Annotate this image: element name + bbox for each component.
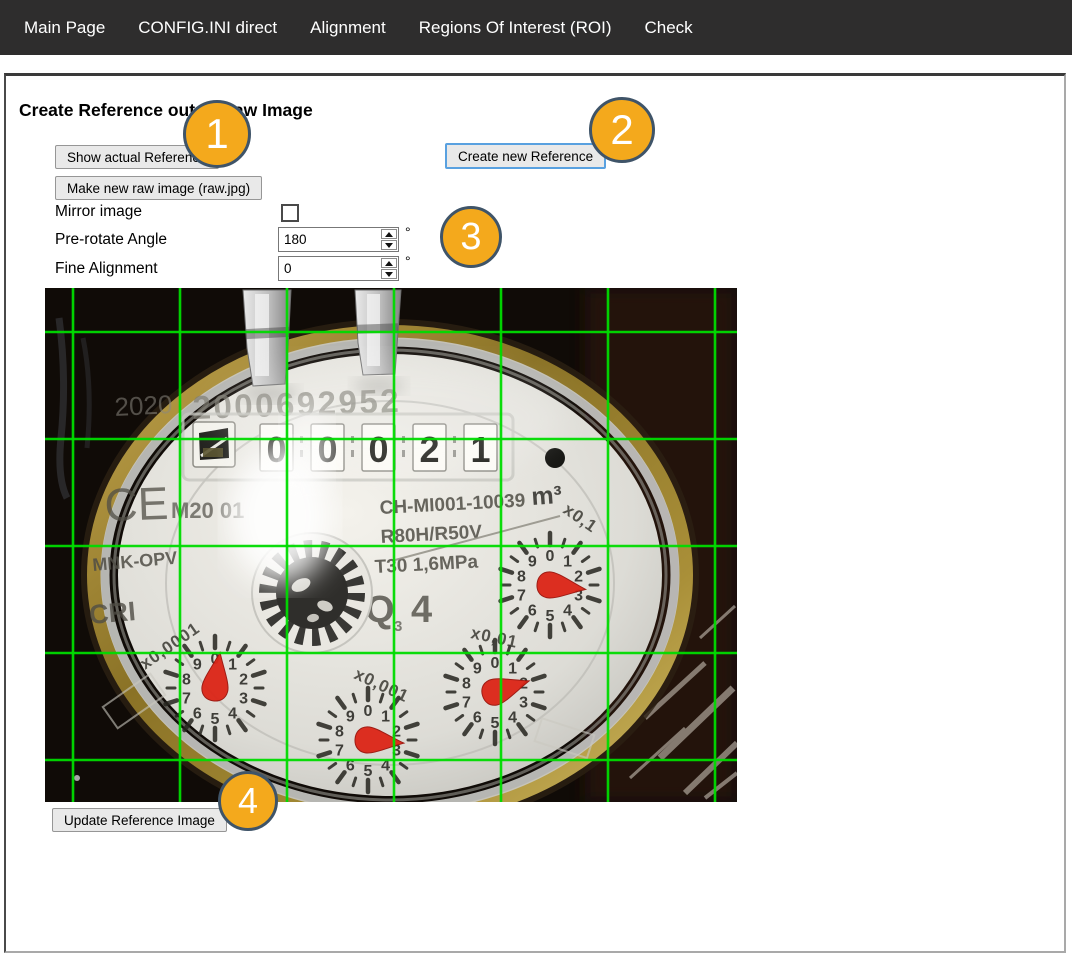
dial-numeral: 7 bbox=[335, 742, 344, 759]
dial-numeral: 1 bbox=[228, 657, 237, 674]
arrow-up-icon bbox=[385, 261, 393, 266]
dial-numeral: 3 bbox=[519, 694, 528, 711]
dial-numeral: 5 bbox=[211, 711, 220, 728]
dial-numeral: 0 bbox=[546, 548, 555, 565]
dial-numeral: 1 bbox=[381, 709, 390, 726]
register-indicator-dot bbox=[545, 448, 565, 468]
annotation-circle-2: 2 bbox=[589, 97, 655, 163]
dial-numeral: 9 bbox=[346, 709, 355, 726]
dial-numeral: 3 bbox=[239, 690, 248, 707]
fine-spinner bbox=[381, 258, 397, 279]
annotation-circle-1: 1 bbox=[183, 100, 251, 168]
page-title: Create Reference out of Raw Image bbox=[19, 100, 313, 121]
spin-up-button[interactable] bbox=[381, 229, 397, 239]
content-panel: Create Reference out of Raw Image Show a… bbox=[4, 73, 1066, 953]
create-new-reference-button[interactable]: Create new Reference bbox=[445, 143, 606, 169]
meter-unit: m³ bbox=[530, 481, 562, 511]
arrow-up-icon bbox=[385, 232, 393, 237]
dial-numeral: 6 bbox=[528, 602, 537, 619]
fine-alignment-label: Fine Alignment bbox=[55, 260, 158, 278]
dial-numeral: 5 bbox=[364, 763, 373, 780]
dial-numeral: 8 bbox=[182, 672, 191, 689]
dial-numeral: 0 bbox=[364, 703, 373, 720]
prerotate-spinner bbox=[381, 229, 397, 250]
dial-numeral: 7 bbox=[462, 694, 471, 711]
mirror-image-label: Mirror image bbox=[55, 203, 142, 221]
dial-numeral: 7 bbox=[182, 690, 191, 707]
fine-degree-suffix: ° bbox=[405, 253, 411, 269]
annotation-circle-4: 4 bbox=[218, 771, 278, 831]
dial-numeral: 6 bbox=[193, 705, 202, 722]
spin-down-button[interactable] bbox=[381, 269, 397, 279]
dial-numeral: 1 bbox=[563, 554, 572, 571]
nav-item-check[interactable]: Check bbox=[644, 18, 692, 38]
mirror-image-checkbox[interactable] bbox=[281, 204, 299, 222]
spin-down-button[interactable] bbox=[381, 240, 397, 250]
dial-numeral: 7 bbox=[517, 587, 526, 604]
nav-item-roi[interactable]: Regions Of Interest (ROI) bbox=[419, 18, 612, 38]
dial-numeral: 8 bbox=[462, 676, 471, 693]
dial-numeral: 4 bbox=[563, 602, 572, 619]
prerotate-angle-input[interactable]: 180 bbox=[278, 227, 399, 252]
dial-numeral: 9 bbox=[528, 554, 537, 571]
dial-numeral: 4 bbox=[508, 709, 517, 726]
dial-numeral: 8 bbox=[517, 569, 526, 586]
arrow-down-icon bbox=[385, 243, 393, 248]
make-new-raw-image-button[interactable]: Make new raw image (raw.jpg) bbox=[55, 176, 262, 200]
arrow-down-icon bbox=[385, 272, 393, 277]
marking-ce: CE bbox=[104, 477, 170, 531]
dial-numeral: 0 bbox=[491, 655, 500, 672]
prerotate-angle-value: 180 bbox=[279, 228, 380, 251]
nav-item-main-page[interactable]: Main Page bbox=[24, 18, 105, 38]
dial-numeral: 8 bbox=[335, 724, 344, 741]
prerotate-degree-suffix: ° bbox=[405, 224, 411, 240]
dial-numeral: 6 bbox=[473, 709, 482, 726]
update-reference-image-button[interactable]: Update Reference Image bbox=[52, 808, 227, 832]
dial-numeral: 4 bbox=[228, 705, 237, 722]
reference-image-preview: 2020 2000692952 00021 m³ CE M20 01 CH-MI… bbox=[45, 288, 737, 802]
dial-numeral: 5 bbox=[491, 715, 500, 732]
top-navbar: Main Page CONFIG.INI direct Alignment Re… bbox=[0, 0, 1072, 55]
nav-item-alignment[interactable]: Alignment bbox=[310, 18, 386, 38]
marking-flow-q-value: 4 bbox=[411, 589, 432, 631]
dial-numeral: 9 bbox=[473, 661, 482, 678]
fine-alignment-value: 0 bbox=[279, 257, 380, 280]
meter-serial-prefix: 2020 bbox=[114, 389, 173, 422]
dial-numeral: 5 bbox=[546, 608, 555, 625]
annotation-circle-3: 3 bbox=[440, 206, 502, 268]
fine-alignment-input[interactable]: 0 bbox=[278, 256, 399, 281]
prerotate-angle-label: Pre-rotate Angle bbox=[55, 231, 167, 249]
water-meter-photo: 2020 2000692952 00021 m³ CE M20 01 CH-MI… bbox=[45, 288, 737, 802]
dial-numeral: 9 bbox=[193, 657, 202, 674]
marking-brand: CRI bbox=[88, 596, 137, 630]
dial-numeral: 2 bbox=[239, 672, 248, 689]
spin-up-button[interactable] bbox=[381, 258, 397, 268]
nav-item-config-ini[interactable]: CONFIG.INI direct bbox=[138, 18, 277, 38]
dial-numeral: 1 bbox=[508, 661, 517, 678]
